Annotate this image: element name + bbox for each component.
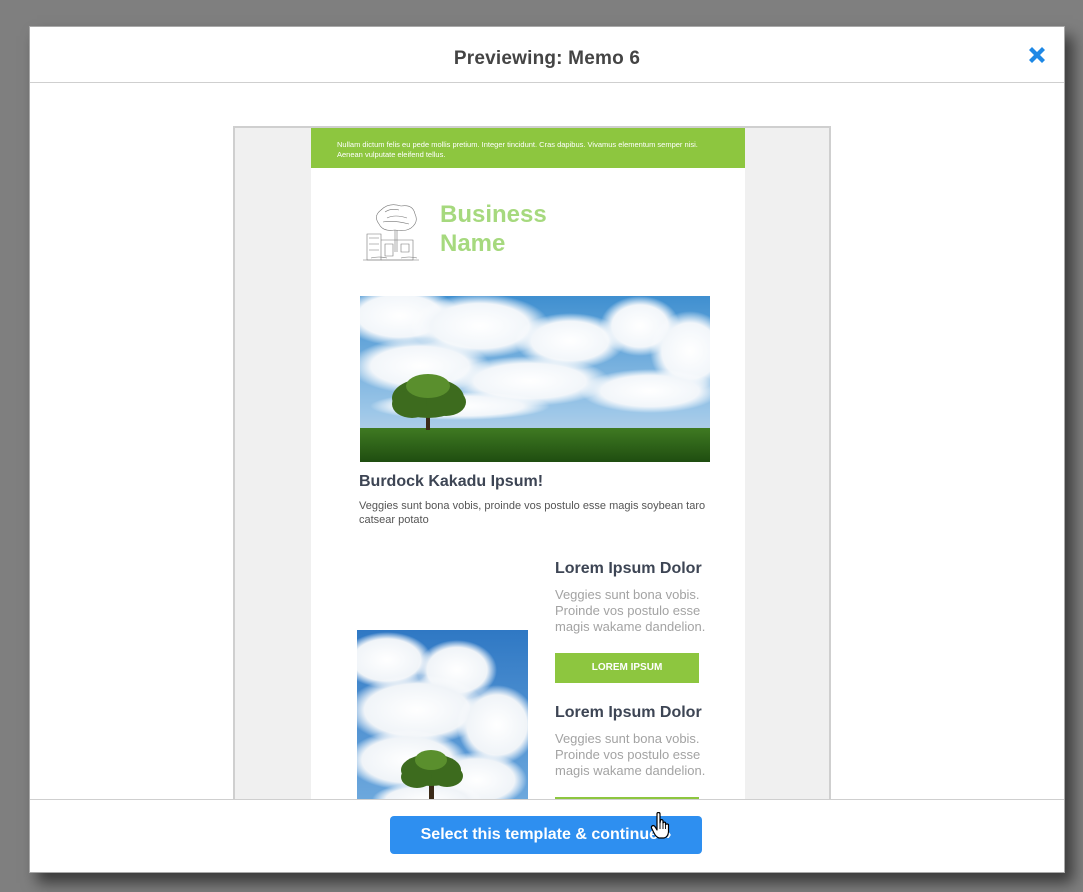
- column-2-body: Veggies sunt bona vobis. Proinde vos pos…: [555, 731, 706, 778]
- close-icon[interactable]: [1026, 44, 1048, 66]
- column-1-title: Lorem Ipsum Dolor: [555, 560, 702, 577]
- lorem-ipsum-button[interactable]: LOREM IPSUM: [555, 653, 699, 683]
- email-top-bar: Nullam dictum felis eu pede mollis preti…: [311, 128, 745, 168]
- select-template-button[interactable]: Select this template & continue »: [390, 816, 702, 854]
- modal-header: Previewing: Memo 6: [30, 27, 1064, 83]
- sketch-logo-icon: [361, 200, 421, 264]
- modal-footer: Select this template & continue »: [30, 799, 1064, 872]
- business-name-line2: Name: [440, 230, 506, 257]
- column-1-body: Veggies sunt bona vobis. Proinde vos pos…: [555, 587, 706, 634]
- business-name-line1: Business: [440, 201, 547, 228]
- business-name: Business Name: [440, 200, 600, 258]
- email-headline: Burdock Kakadu Ipsum!: [359, 473, 544, 490]
- landscape-tree-clouds-image: [360, 296, 710, 462]
- email-template: Nullam dictum felis eu pede mollis preti…: [311, 128, 745, 799]
- preview-modal: Previewing: Memo 6 Nullam dictum felis e…: [29, 26, 1065, 873]
- modal-body[interactable]: Nullam dictum felis eu pede mollis preti…: [30, 83, 1064, 799]
- email-headline-body: Veggies sunt bona vobis, proinde vos pos…: [359, 500, 706, 526]
- modal-title: Previewing: Memo 6: [453, 48, 641, 69]
- column-2-title: Lorem Ipsum Dolor: [555, 704, 702, 721]
- clouds-tree-image: [357, 630, 528, 799]
- template-preview-frame[interactable]: Nullam dictum felis eu pede mollis preti…: [233, 126, 831, 799]
